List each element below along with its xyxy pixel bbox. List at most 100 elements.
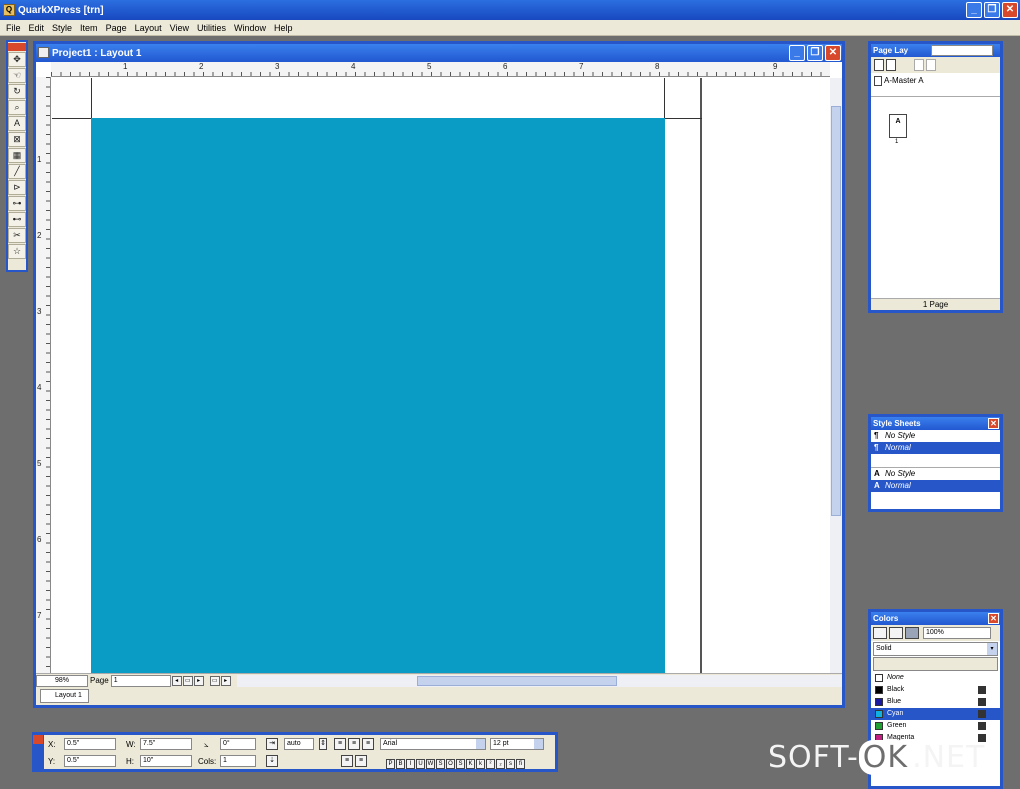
- layer-icon[interactable]: ▭: [209, 675, 220, 686]
- underline-style-icon[interactable]: U: [416, 759, 425, 769]
- vertical-ruler[interactable]: 1 2 3 4 5 6 7: [36, 77, 51, 675]
- doc-close-button[interactable]: ✕: [825, 45, 841, 61]
- rotate-tool-icon[interactable]: ↻: [8, 84, 26, 99]
- doc-minimize-button[interactable]: _: [789, 45, 805, 61]
- character-style-item[interactable]: A Normal: [871, 480, 1000, 492]
- content-tool-icon[interactable]: ☜: [8, 68, 26, 83]
- background-color-icon[interactable]: [905, 627, 919, 639]
- menu-file[interactable]: File: [2, 23, 25, 33]
- bold-style-icon[interactable]: B: [396, 759, 405, 769]
- fill-type-select[interactable]: Solid ▾: [873, 642, 998, 656]
- vertical-scroll-thumb[interactable]: [831, 106, 841, 516]
- horizontal-ruler[interactable]: 1 2 3 4 5 6 7 8 9: [51, 62, 830, 77]
- menu-utilities[interactable]: Utilities: [193, 23, 230, 33]
- menu-edit[interactable]: Edit: [25, 23, 49, 33]
- word-underline-style-icon[interactable]: W: [426, 759, 435, 769]
- y-field[interactable]: 0.5": [64, 755, 116, 767]
- menu-style[interactable]: Style: [48, 23, 76, 33]
- menu-help[interactable]: Help: [270, 23, 297, 33]
- delete-page-icon[interactable]: [926, 59, 936, 71]
- star-tool-icon[interactable]: ☆: [8, 244, 26, 259]
- character-style-item[interactable]: A No Style: [871, 468, 1000, 480]
- plain-style-icon[interactable]: P: [386, 759, 395, 769]
- frame-color-icon[interactable]: [873, 627, 887, 639]
- cyan-picture-box[interactable]: [91, 118, 665, 675]
- color-item-black[interactable]: Black: [871, 684, 1000, 696]
- colors-close-icon[interactable]: ✕: [988, 613, 999, 624]
- horizontal-scrollbar[interactable]: [236, 674, 842, 687]
- item-tool-icon[interactable]: ✥: [8, 52, 26, 67]
- style-sheets-close-icon[interactable]: ✕: [988, 418, 999, 429]
- page-number-field[interactable]: 1: [110, 674, 171, 687]
- restore-button[interactable]: ❐: [984, 2, 1000, 18]
- text-box-tool-icon[interactable]: A: [8, 116, 26, 131]
- superscript-style-icon[interactable]: ²: [486, 759, 495, 769]
- tools-close-icon[interactable]: [8, 43, 26, 51]
- horizontal-scroll-thumb[interactable]: [416, 675, 617, 686]
- measurements-close-icon[interactable]: [33, 735, 43, 744]
- zoom-tool-icon[interactable]: ⌕: [8, 100, 26, 115]
- color-item-cyan[interactable]: Cyan: [871, 708, 1000, 720]
- page-layout-field[interactable]: [931, 45, 993, 56]
- small-caps-style-icon[interactable]: k: [476, 759, 485, 769]
- h-field[interactable]: 10": [140, 755, 192, 767]
- text-color-icon[interactable]: [889, 627, 903, 639]
- picture-box-tool-icon[interactable]: ⊠: [8, 132, 26, 147]
- vertical-scrollbar[interactable]: [830, 78, 842, 675]
- linking-tool-icon[interactable]: ⊶: [8, 196, 26, 211]
- shadow-style-icon[interactable]: S: [456, 759, 465, 769]
- master-page-item[interactable]: A-Master A: [871, 73, 1000, 97]
- align-left-icon[interactable]: ≡: [334, 738, 346, 750]
- leading-field[interactable]: auto: [284, 738, 314, 750]
- align-right-icon[interactable]: ≡: [362, 738, 374, 750]
- menu-view[interactable]: View: [166, 23, 193, 33]
- zoom-field[interactable]: 98%: [36, 674, 88, 687]
- close-button[interactable]: ✕: [1002, 2, 1018, 18]
- angle-field[interactable]: 0°: [220, 738, 256, 750]
- first-baseline-icon[interactable]: ⇣: [266, 755, 278, 767]
- ligature-style-icon[interactable]: fi: [516, 759, 525, 769]
- page-menu-icon[interactable]: ▭: [182, 675, 193, 686]
- menu-layout[interactable]: Layout: [131, 23, 166, 33]
- unlinking-tool-icon[interactable]: ⊷: [8, 212, 26, 227]
- menu-item[interactable]: Item: [76, 23, 102, 33]
- all-caps-style-icon[interactable]: K: [466, 759, 475, 769]
- prev-page-icon[interactable]: ◂: [171, 675, 182, 686]
- paragraph-style-item[interactable]: ¶ Normal: [871, 442, 1000, 454]
- color-item-none[interactable]: None: [871, 672, 1000, 684]
- tab-layout-1[interactable]: Layout 1: [40, 689, 89, 703]
- single-sided-page-icon[interactable]: [874, 59, 884, 71]
- cols-field[interactable]: 1: [220, 755, 256, 767]
- menu-page[interactable]: Page: [102, 23, 131, 33]
- minimize-button[interactable]: _: [966, 2, 982, 18]
- menu-window[interactable]: Window: [230, 23, 270, 33]
- doc-restore-button[interactable]: ❐: [807, 45, 823, 61]
- layout-canvas[interactable]: [52, 78, 832, 675]
- paragraph-style-item[interactable]: ¶ No Style: [871, 430, 1000, 442]
- align-center-icon[interactable]: ≡: [348, 738, 360, 750]
- x-field[interactable]: 0.5": [64, 738, 116, 750]
- text-path-tool-icon[interactable]: ⊳: [8, 180, 26, 195]
- color-item-blue[interactable]: Blue: [871, 696, 1000, 708]
- align-force-icon[interactable]: ≡: [355, 755, 367, 767]
- color-item-green[interactable]: Green: [871, 720, 1000, 732]
- shade-percent-field[interactable]: 100%: [923, 627, 991, 639]
- font-size-select[interactable]: 12 pt: [490, 738, 544, 750]
- italic-style-icon[interactable]: I: [406, 759, 415, 769]
- superior-style-icon[interactable]: s: [506, 759, 515, 769]
- facing-pages-icon[interactable]: [886, 59, 896, 71]
- table-tool-icon[interactable]: ▦: [8, 148, 26, 163]
- outline-style-icon[interactable]: O: [446, 759, 455, 769]
- text-inset-icon[interactable]: ⇥: [266, 738, 278, 750]
- w-field[interactable]: 7.5": [140, 738, 192, 750]
- align-justify-icon[interactable]: ≡: [341, 755, 353, 767]
- strikethrough-style-icon[interactable]: S: [436, 759, 445, 769]
- page-thumbnail[interactable]: A: [889, 114, 907, 138]
- leading-stepper-icon[interactable]: ⇕: [319, 738, 327, 750]
- line-tool-icon[interactable]: ╱: [8, 164, 26, 179]
- subscript-style-icon[interactable]: ₂: [496, 759, 505, 769]
- duplicate-icon[interactable]: [914, 59, 924, 71]
- font-select[interactable]: Arial: [380, 738, 486, 750]
- next-page-icon[interactable]: ▸: [193, 675, 204, 686]
- scissors-tool-icon[interactable]: ✂: [8, 228, 26, 243]
